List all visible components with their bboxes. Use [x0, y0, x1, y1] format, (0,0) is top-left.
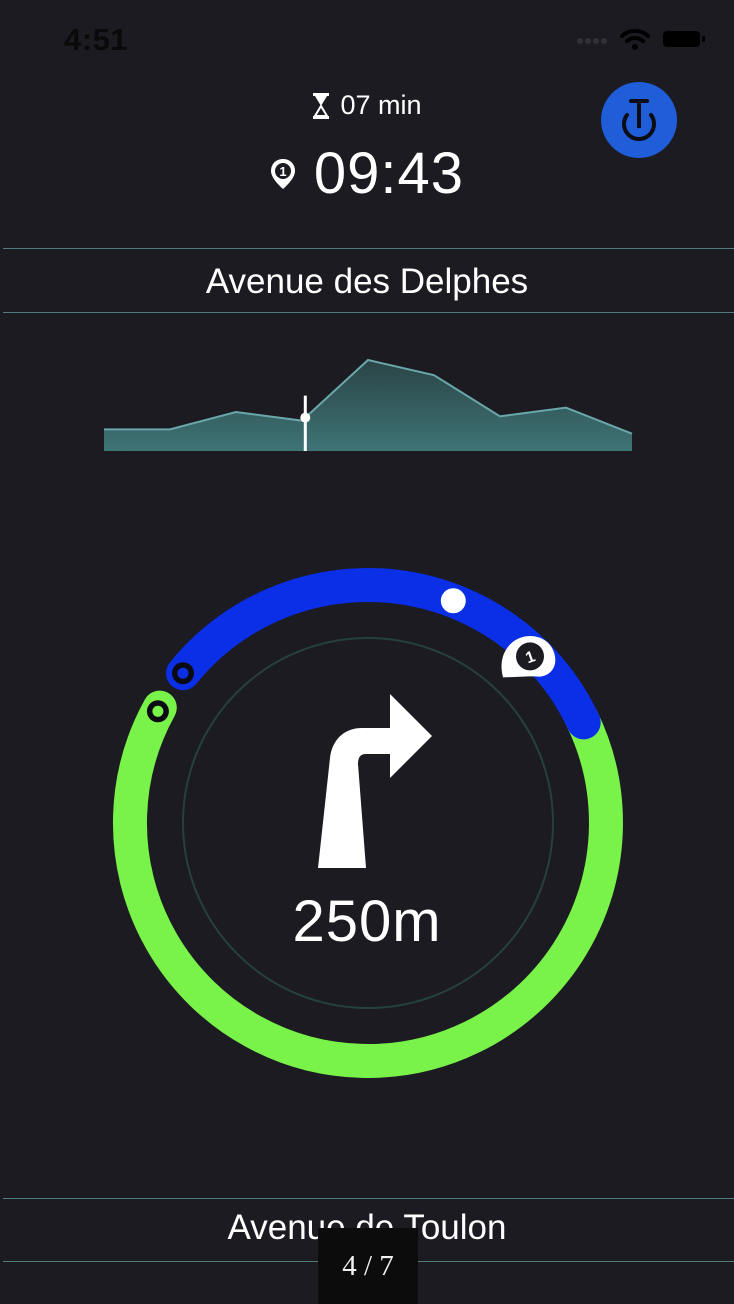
wifi-icon: [620, 28, 650, 50]
divider-bottom-top: [3, 1198, 734, 1199]
maneuver-distance: 250m: [292, 889, 442, 954]
status-bar-time: 4:51: [64, 22, 129, 57]
current-street-name: Avenue des Delphes: [205, 262, 529, 301]
eta-duration: 07 min: [340, 90, 422, 120]
arrival-time: 09:43: [313, 141, 465, 206]
waypoint-pin-number: 1: [279, 164, 286, 179]
device-button[interactable]: [601, 82, 677, 158]
turn-right-arrow-icon: [318, 694, 432, 868]
battery-icon: [663, 31, 705, 47]
waypoint-pin-icon: 1: [270, 158, 295, 189]
status-bar-icons: [576, 28, 706, 50]
hourglass-icon: [313, 92, 330, 119]
divider-street-bottom: [3, 312, 734, 313]
remaining-start-marker: [146, 700, 169, 723]
divider-top: [3, 248, 734, 249]
signal-icon: [577, 38, 607, 44]
page-indicator: 4 / 7: [318, 1228, 418, 1304]
current-position-dot: [437, 585, 469, 617]
elevation-area: [104, 360, 632, 451]
unicycle-icon: [622, 99, 656, 141]
elevation-profile: [104, 358, 633, 451]
elevation-position-dot: [300, 412, 311, 423]
route-start-marker: [172, 662, 194, 685]
